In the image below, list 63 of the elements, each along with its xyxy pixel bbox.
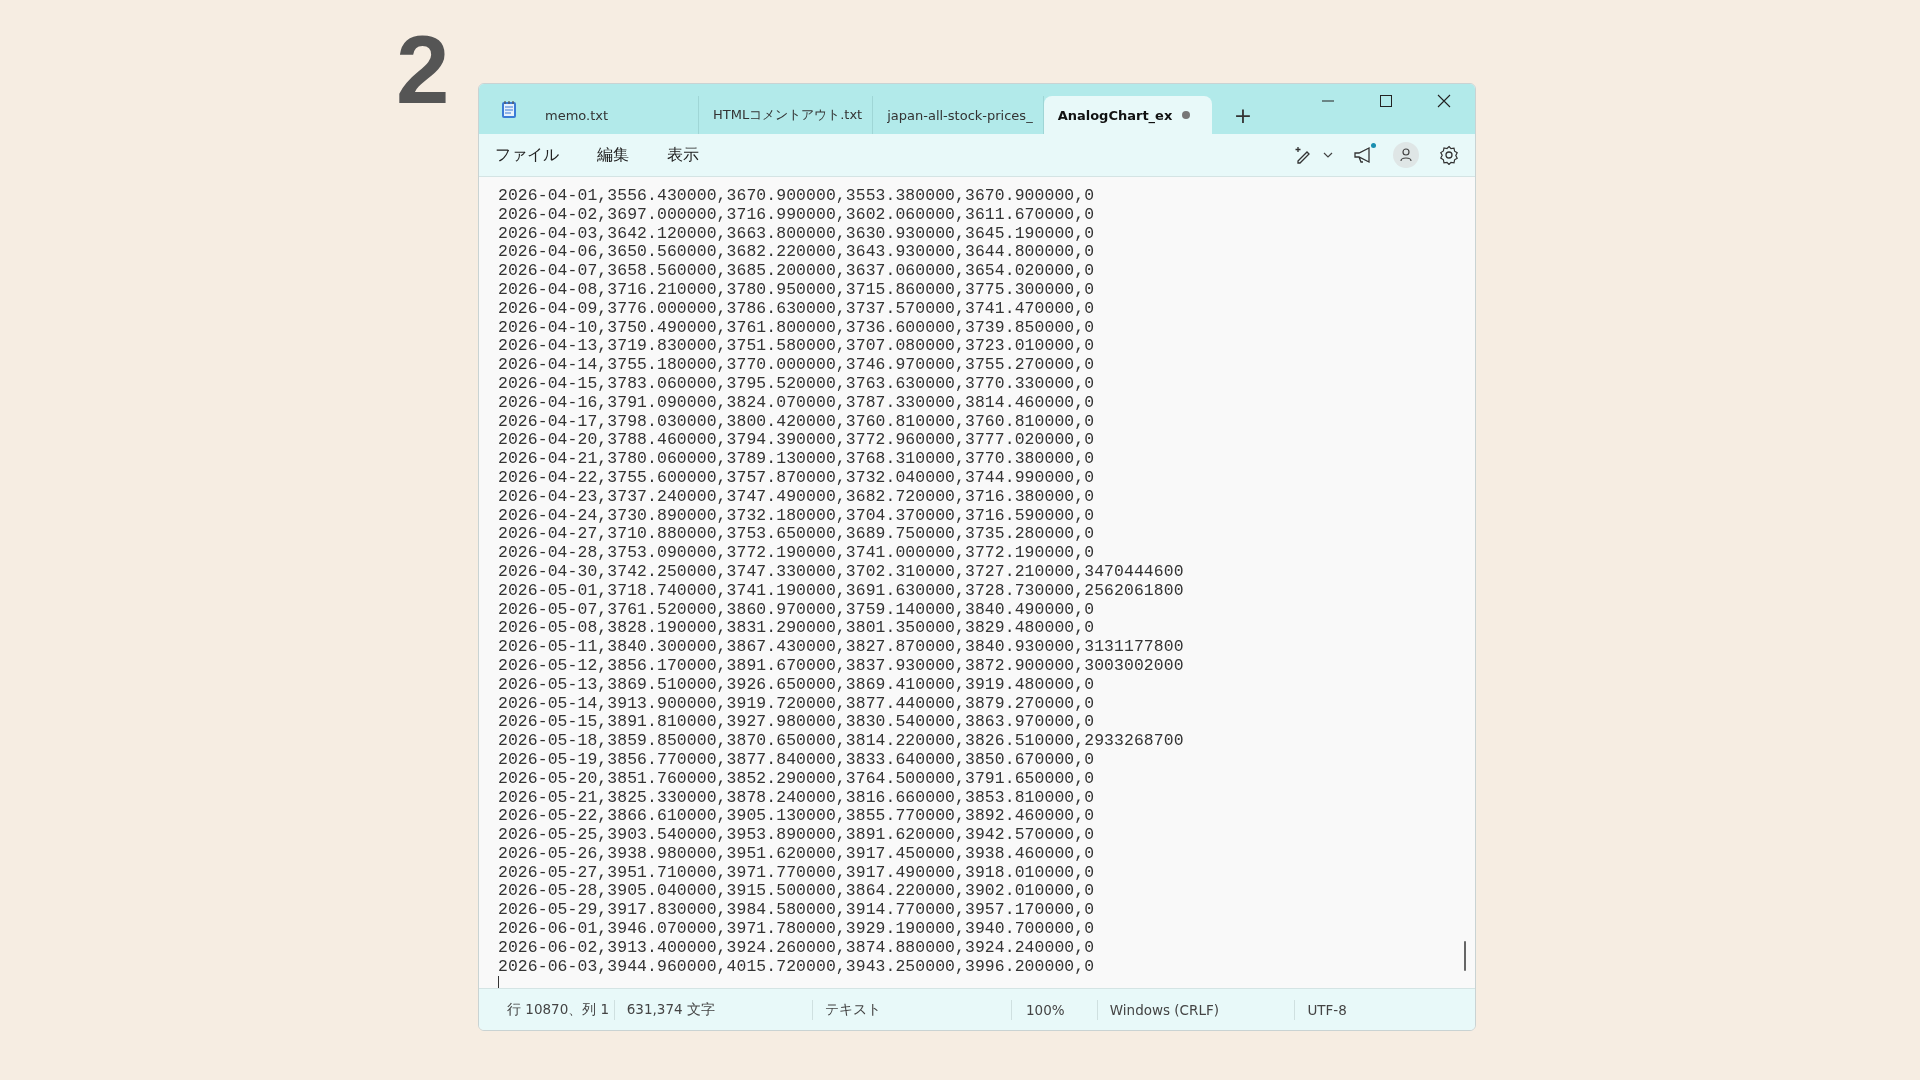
notepad-icon — [501, 100, 517, 119]
maximize-icon[interactable] — [1379, 94, 1393, 108]
menu-item[interactable]: 表示 — [667, 144, 699, 166]
text-line: 2026-05-22,3866.610000,3905.130000,3855.770000,3892.460000,0 — [498, 807, 1096, 827]
text-line: 2026-04-08,3716.210000,3780.950000,3715.860000,3775.300000,0 — [498, 281, 1096, 300]
text-line: 2026-05-08,3828.190000,3831.290000,3801.350000,3829.480000,0 — [498, 619, 1096, 639]
status-text: Windows (CRLF) — [1109, 1001, 1219, 1018]
text-line: 2026-04-02,3697.000000,3716.990000,3602.060000,3611.670000,0 — [498, 205, 1096, 225]
status-text: 631,374 文字 — [626, 1000, 715, 1019]
text-line: 2026-05-14,3913.900000,3919.720000,3877.440000,3879.270000,0 — [498, 694, 1096, 714]
text-line: 2026-05-21,3825.330000,3878.240000,3816.660000,3853.810000,0 — [498, 788, 1096, 808]
text-line: 2026-05-29,3917.830000,3984.580000,3914.770000,3957.170000,0 — [498, 901, 1096, 921]
text-line: 2026-05-13,3869.510000,3926.650000,3869.410000,3919.480000,0 — [498, 675, 1096, 695]
text-line: 2026-06-03,3944.960000,4015.720000,3943.250000,3996.200000,0 — [498, 957, 1096, 977]
text-line: 2026-04-03,3642.120000,3663.800000,3630.930000,3645.190000,0 — [498, 224, 1096, 244]
text-line: 2026-04-01,3556.430000,3670.900000,3553.380000,3670.900000,0 — [498, 187, 1096, 206]
text-line: 2026-04-10,3750.490000,3761.800000,3736.600000,3739.850000,0 — [498, 318, 1096, 338]
new-tab-button[interactable]: + — [1223, 96, 1263, 134]
text-line: 2026-05-19,3856.770000,3877.840000,3833.640000,3850.670000,0 — [498, 750, 1096, 770]
megaphone-icon[interactable] — [1353, 146, 1373, 164]
text-line: 2026-05-25,3903.540000,3953.890000,3891.620000,3942.570000,0 — [498, 826, 1096, 845]
status-text: UTF-8 — [1307, 1001, 1347, 1018]
text-line: 2026-04-14,3755.180000,3770.000000,3746.970000,3755.270000,0 — [498, 356, 1096, 375]
text-line: 2026-05-27,3951.710000,3971.770000,3917.490000,3918.010000,0 — [498, 863, 1096, 883]
text-line: 2026-06-02,3913.400000,3924.260000,3874.880000,3924.240000,0 — [498, 938, 1096, 958]
text-line: 2026-04-13,3719.830000,3751.580000,3707.080000,3723.010000,0 — [498, 337, 1096, 357]
close-icon[interactable] — [1437, 94, 1451, 108]
text-line: 2026-04-20,3788.460000,3794.390000,3772.960000,3777.020000,0 — [498, 431, 1096, 451]
text-line: 2026-05-15,3891.810000,3927.980000,3830.540000,3863.970000,0 — [498, 713, 1096, 733]
tab[interactable]: AnalogChart_ex — [1043, 96, 1212, 134]
settings-icon[interactable] — [1439, 145, 1459, 165]
status-text: 行 10870、列 1 — [507, 1000, 610, 1019]
text-line: 2026-04-28,3753.090000,3772.190000,3741.000000,3772.190000,0 — [498, 544, 1096, 563]
text-line: 2026-04-30,3742.250000,3747.330000,3702.310000,3727.210000,3470444600 — [498, 562, 1185, 582]
text-line: 2026-06-01,3946.070000,3971.780000,3929.190000,3940.700000,0 — [498, 920, 1096, 939]
text-line: 2026-04-24,3730.890000,3732.180000,3704.370000,3716.590000,0 — [498, 506, 1096, 526]
text-cursor — [498, 976, 499, 988]
text-line: 2026-05-20,3851.760000,3852.290000,3764.500000,3791.650000,0 — [498, 769, 1096, 789]
text-line: 2026-04-07,3658.560000,3685.200000,3637.060000,3654.020000,0 — [498, 262, 1096, 281]
text-line: 2026-04-06,3650.560000,3682.220000,3643.930000,3644.800000,0 — [498, 243, 1096, 263]
text-line: 2026-05-07,3761.520000,3860.970000,3759.140000,3840.490000,0 — [498, 600, 1096, 620]
text-line: 2026-04-15,3783.060000,3795.520000,3763.630000,3770.330000,0 — [498, 374, 1096, 394]
text-line: 2026-05-01,3718.740000,3741.190000,3691.630000,3728.730000,2562061800 — [498, 581, 1185, 601]
status-text: 100% — [1025, 1001, 1065, 1018]
scrollbar-thumb[interactable] — [1464, 941, 1466, 971]
text-line: 2026-05-11,3840.300000,3867.430000,3827.870000,3840.930000,3131177800 — [498, 638, 1185, 657]
text-line: 2026-05-26,3938.980000,3951.620000,3917.450000,3938.460000,0 — [498, 844, 1096, 864]
text-line: 2026-04-16,3791.090000,3824.070000,3787.330000,3814.460000,0 — [498, 393, 1096, 413]
text-line: 2026-04-21,3780.060000,3789.130000,3768.310000,3770.380000,0 — [498, 450, 1096, 469]
menu-item[interactable]: 編集 — [597, 144, 629, 166]
step-number: 2 — [396, 22, 451, 118]
avatar-icon[interactable] — [1393, 142, 1419, 168]
text-line: 2026-04-22,3755.600000,3757.870000,3732.040000,3744.990000,0 — [498, 468, 1096, 488]
text-line: 2026-05-18,3859.850000,3870.650000,3814.220000,3826.510000,2933268700 — [498, 732, 1185, 751]
status-text: テキスト — [825, 1000, 882, 1019]
chevron-down-icon[interactable] — [1323, 152, 1333, 158]
text-line: 2026-04-17,3798.030000,3800.420000,3760.810000,3760.810000,0 — [498, 412, 1096, 432]
menu-item[interactable]: ファイル — [495, 144, 559, 166]
text-line: 2026-05-28,3905.040000,3915.500000,3864.220000,3902.010000,0 — [498, 882, 1096, 902]
text-line: 2026-04-09,3776.000000,3786.630000,3737.570000,3741.470000,0 — [498, 299, 1096, 319]
text-line: 2026-04-27,3710.880000,3753.650000,3689.750000,3735.280000,0 — [498, 525, 1096, 545]
text-line: 2026-04-23,3737.240000,3747.490000,3682.720000,3716.380000,0 — [498, 487, 1096, 507]
text-line: 2026-05-12,3856.170000,3891.670000,3837.930000,3872.900000,3003002000 — [498, 656, 1185, 676]
